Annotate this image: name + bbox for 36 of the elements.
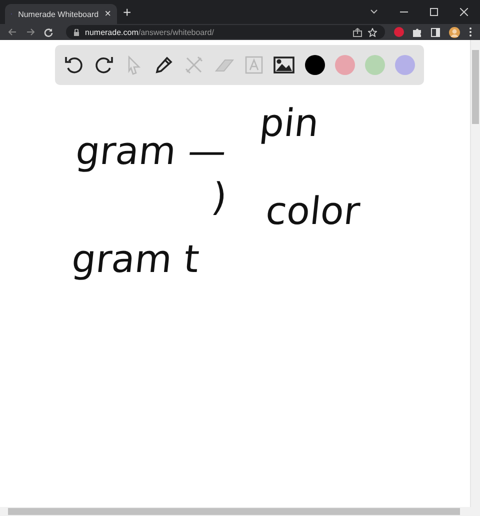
extension-badge-icon[interactable] (394, 27, 404, 37)
browser-tab[interactable]: Numerade Whiteboard × (5, 4, 117, 24)
close-tab-button[interactable]: × (104, 8, 111, 20)
handwritten-text: pin (258, 104, 321, 142)
sidebar-icon[interactable] (431, 28, 440, 36)
back-arrow-icon[interactable] (8, 28, 17, 36)
color-swatch[interactable] (335, 55, 355, 75)
maximize-icon[interactable] (430, 8, 438, 16)
handwritten-text: color (264, 192, 362, 230)
pen-tool-button[interactable] (153, 54, 175, 76)
handwritten-text: gram — (74, 132, 228, 170)
reload-icon[interactable] (44, 28, 53, 36)
avatar-icon[interactable] (449, 26, 460, 38)
tab-title: Numerade Whiteboard (18, 10, 99, 18)
star-icon[interactable] (368, 28, 377, 36)
url-text: numerade.com/answers/whiteboard/ (85, 28, 214, 36)
redo-tool-button[interactable] (93, 54, 115, 76)
menu-icon[interactable] (469, 27, 472, 37)
color-swatch[interactable] (305, 55, 325, 75)
chevron-down-icon[interactable] (370, 9, 378, 15)
forward-arrow-icon[interactable] (26, 28, 35, 36)
image-tool-button[interactable] (273, 54, 295, 76)
horizontal-scrollbar[interactable] (0, 507, 480, 516)
lock-icon (74, 28, 79, 36)
new-tab-button[interactable]: + (123, 4, 132, 20)
address-field[interactable]: numerade.com/answers/whiteboard/ (66, 25, 385, 39)
undo-tool-button[interactable] (63, 54, 85, 76)
puzzle-icon[interactable] (413, 28, 422, 36)
minimize-icon[interactable] (400, 11, 408, 13)
handwritten-text: gram t (70, 240, 202, 278)
vertical-scrollbar[interactable] (470, 40, 480, 507)
color-swatch[interactable] (395, 55, 415, 75)
handwritten-text: ) (210, 178, 229, 216)
share-icon[interactable] (353, 28, 362, 36)
close-icon[interactable] (460, 8, 468, 16)
color-swatch[interactable] (365, 55, 385, 75)
